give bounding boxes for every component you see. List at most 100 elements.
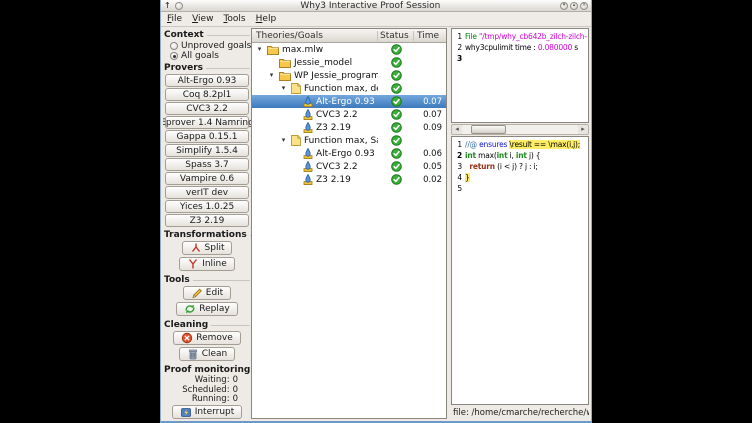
screen: ↑ Why3 Interactive Proof Session ▾ ▴ × F…: [0, 0, 752, 423]
prover-button-vampire-0-6[interactable]: Vampire 0.6: [165, 172, 249, 185]
tree-row-label-cell: ▾ Function max, Safety: [252, 134, 378, 147]
menu-tools[interactable]: Tools: [219, 13, 249, 25]
source-view-panel[interactable]: 1//@ ensures \result == \max(i,j);2int m…: [451, 136, 589, 405]
tree-row-label: CVC3 2.2: [316, 162, 358, 172]
radio-unproved-goals[interactable]: Unproved goals: [163, 41, 251, 51]
prover-button-coq-8-2pl1[interactable]: Coq 8.2pl1: [165, 88, 249, 101]
provers-section-title: Provers: [164, 63, 250, 73]
code-text: }: [465, 172, 588, 183]
code-line: 5: [453, 183, 588, 194]
tree-row-label-cell: Alt-Ergo 0.93: [252, 148, 378, 159]
code-segment: int: [516, 151, 527, 160]
tree-row-status-cell: [378, 174, 414, 185]
edit-button[interactable]: Edit: [183, 286, 231, 300]
prover-icon: [303, 96, 313, 107]
edit-button-label: Edit: [206, 288, 223, 298]
code-segment: //@: [465, 140, 479, 149]
cleaning-buttons: Remove Clean: [163, 331, 251, 363]
prover-button-verit-dev[interactable]: verIT dev: [165, 186, 249, 199]
radio-all-goals[interactable]: All goals: [163, 51, 251, 61]
tree-row[interactable]: ▾ Function max, default behavior: [252, 82, 446, 95]
menu-help[interactable]: Help: [252, 13, 281, 25]
replay-button[interactable]: Replay: [176, 302, 237, 316]
tree-row[interactable]: CVC3 2.2 0.05: [252, 160, 446, 173]
tree-row[interactable]: ▾WP Jessie_program: [252, 69, 446, 82]
prover-button-spass-3-7[interactable]: Spass 3.7: [165, 158, 249, 171]
prover-button-cvc3-2-2[interactable]: CVC3 2.2: [165, 102, 249, 115]
code-line: 2why3cpulimit time : 0.080000 s: [453, 42, 588, 53]
prover-button-gappa-0-15-1[interactable]: Gappa 0.15.1: [165, 130, 249, 143]
radio-icon: [170, 52, 178, 60]
code-segment: max(: [476, 151, 497, 160]
tools-label: Tools: [164, 275, 190, 285]
clean-button[interactable]: Clean: [179, 347, 236, 361]
code-segment: s: [572, 43, 578, 52]
column-theories-goals[interactable]: Theories/Goals: [252, 31, 378, 41]
menu-view[interactable]: View: [188, 13, 217, 25]
expander-icon[interactable]: ▾: [279, 134, 288, 147]
task-horizontal-scrollbar[interactable]: ◂ ▸: [451, 124, 589, 135]
prover-button-eprover-1-4-namring[interactable]: Eprover 1.4 Namring: [165, 116, 249, 129]
main-content: Context Unproved goals All goals Provers…: [161, 27, 591, 421]
interrupt-button[interactable]: Interrupt: [172, 405, 243, 419]
expander-icon[interactable]: ▾: [279, 82, 288, 95]
tree-row-time: 0.07: [414, 97, 446, 107]
tree-row-label: Function max, Safety: [304, 136, 378, 146]
tree-row-time: 0.05: [414, 162, 446, 172]
close-icon[interactable]: ×: [580, 2, 588, 10]
tree-row[interactable]: Z3 2.190.02: [252, 173, 446, 186]
remove-icon: [181, 332, 193, 344]
scroll-left-arrow[interactable]: ◂: [452, 125, 462, 134]
inline-button-label: Inline: [202, 259, 227, 269]
tree-row-label: Z3 2.19: [316, 123, 351, 133]
split-button[interactable]: Split: [182, 241, 233, 255]
expander-icon[interactable]: ▾: [267, 69, 276, 82]
task-view-panel[interactable]: 1File "/tmp/why_cb642b_zilch-zilch-2why3…: [451, 28, 589, 123]
tree-row[interactable]: ▾ Function max, Safety: [252, 134, 446, 147]
scroll-right-arrow[interactable]: ▸: [578, 125, 588, 134]
tree-row-label: CVC3 2.2: [316, 110, 358, 120]
line-number: 1: [453, 31, 462, 42]
tree-row[interactable]: ▾max.mlw: [252, 43, 446, 56]
tree-row-status-cell: [378, 135, 414, 146]
proof-monitoring-stats: Waiting:0Scheduled:0Running:0: [163, 376, 251, 405]
scroll-thumb[interactable]: [471, 125, 506, 134]
remove-button[interactable]: Remove: [173, 331, 241, 345]
code-segment: j) {: [527, 151, 541, 160]
context-label: Context: [164, 30, 204, 40]
maximize-icon[interactable]: ▴: [570, 2, 578, 10]
prover-button-z3-2-19[interactable]: Z3 2.19: [165, 214, 249, 227]
tree-row[interactable]: Jessie_model: [252, 56, 446, 69]
window-menu-button[interactable]: [175, 2, 183, 10]
code-line: 1//@ ensures \result == \max(i,j);: [453, 139, 588, 150]
radio-all-goals-label: All goals: [181, 51, 219, 61]
expander-icon[interactable]: ▾: [255, 43, 264, 56]
theory-icon: [291, 83, 301, 94]
minimize-icon[interactable]: ▾: [560, 2, 568, 10]
inline-button[interactable]: Inline: [179, 257, 235, 271]
column-status[interactable]: Status: [378, 31, 414, 41]
tree-row-label: Function max, default behavior: [304, 84, 378, 94]
prover-button-simplify-1-5-4[interactable]: Simplify 1.5.4: [165, 144, 249, 157]
menu-file[interactable]: File: [163, 13, 186, 25]
remove-button-label: Remove: [196, 333, 233, 343]
prover-button-yices-1-0-25[interactable]: Yices 1.0.25: [165, 200, 249, 213]
tree-row[interactable]: Z3 2.19 0.09: [252, 121, 446, 134]
scroll-track[interactable]: [462, 125, 578, 134]
provers-label: Provers: [164, 63, 203, 73]
column-time[interactable]: Time: [414, 31, 446, 41]
tree-row[interactable]: CVC3 2.20.07: [252, 108, 446, 121]
tree-row-label-cell: ▾ Function max, default behavior: [252, 82, 378, 95]
tree-row-label-cell: ▾WP Jessie_program: [252, 69, 378, 82]
tree-row-time: 0.09: [414, 123, 446, 133]
code-segment: (i < j) ? j : i;: [495, 162, 538, 171]
line-number: 3: [453, 161, 462, 172]
tree-row[interactable]: Alt-Ergo 0.930.07: [252, 95, 446, 108]
window-title: Why3 Interactive Proof Session: [183, 1, 558, 11]
tree-row[interactable]: Alt-Ergo 0.930.06: [252, 147, 446, 160]
valid-icon: [391, 44, 402, 55]
code-text: return (i < j) ? j : i;: [465, 161, 588, 172]
pencil-icon: [191, 287, 203, 299]
prover-button-alt-ergo-0-93[interactable]: Alt-Ergo 0.93: [165, 74, 249, 87]
titlebar[interactable]: ↑ Why3 Interactive Proof Session ▾ ▴ ×: [161, 0, 591, 12]
